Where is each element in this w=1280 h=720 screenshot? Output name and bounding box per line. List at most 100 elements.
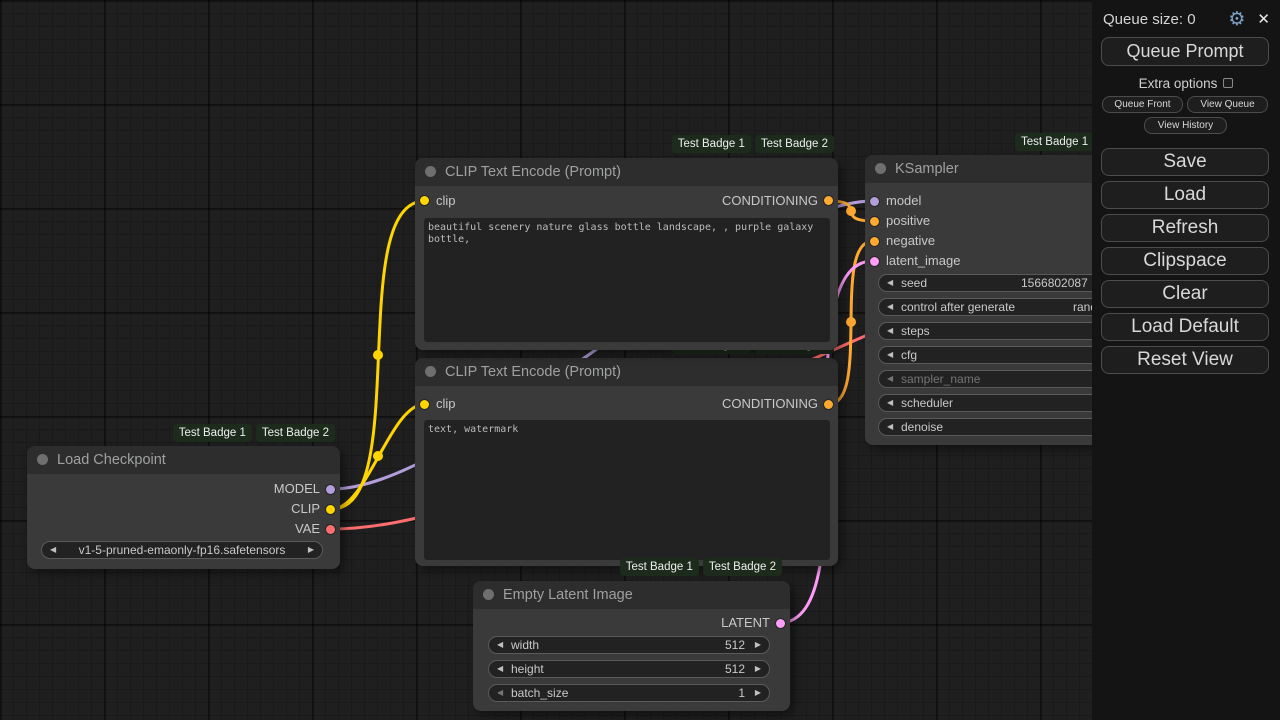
widget-width[interactable]: ◀ width 512 ▶ bbox=[488, 636, 770, 654]
load-button[interactable]: Load bbox=[1101, 181, 1269, 209]
widget-label: steps bbox=[901, 323, 930, 339]
widget-label: width bbox=[511, 637, 539, 653]
output-slot-label: CONDITIONING bbox=[722, 397, 818, 411]
widget-batch-size[interactable]: ◀ batch_size 1 ▶ bbox=[488, 684, 770, 702]
queue-size-label: Queue size: 0 bbox=[1103, 11, 1196, 28]
node-load-checkpoint[interactable]: Test Badge 1 Test Badge 2 Load Checkpoin… bbox=[27, 446, 340, 569]
clear-label: Clear bbox=[1162, 283, 1207, 304]
collapse-dot-icon[interactable] bbox=[425, 366, 436, 377]
reset-view-button[interactable]: Reset View bbox=[1101, 346, 1269, 374]
input-slot-negative[interactable] bbox=[870, 237, 879, 246]
widget-value: 512 bbox=[725, 661, 745, 677]
output-slot-label: LATENT bbox=[721, 616, 770, 630]
collapse-dot-icon[interactable] bbox=[37, 454, 48, 465]
input-slot-label: negative bbox=[886, 234, 935, 248]
input-slot-latent-image[interactable] bbox=[870, 257, 879, 266]
decrement-arrow-icon[interactable]: ◀ bbox=[887, 371, 893, 387]
node-badges: Test Badge 1 Test Badge 2 bbox=[173, 424, 335, 442]
queue-prompt-button[interactable]: Queue Prompt bbox=[1101, 37, 1269, 66]
input-slot-clip[interactable] bbox=[420, 196, 429, 205]
clipspace-button[interactable]: Clipspace bbox=[1101, 247, 1269, 275]
output-slot-clip[interactable] bbox=[326, 505, 335, 514]
output-slot-label: CONDITIONING bbox=[722, 194, 818, 208]
increment-arrow-icon[interactable]: ▶ bbox=[755, 661, 761, 677]
clipspace-label: Clipspace bbox=[1143, 250, 1226, 271]
output-slot-label: VAE bbox=[295, 522, 320, 536]
node-empty-latent-image[interactable]: Test Badge 1 Test Badge 2 Empty Latent I… bbox=[473, 581, 790, 711]
test-badge-2: Test Badge 2 bbox=[703, 558, 782, 576]
increment-arrow-icon[interactable]: ▶ bbox=[755, 637, 761, 653]
node-title: Load Checkpoint bbox=[57, 452, 166, 468]
reset-view-label: Reset View bbox=[1137, 349, 1233, 370]
decrement-arrow-icon[interactable]: ◀ bbox=[887, 395, 893, 411]
decrement-arrow-icon[interactable]: ◀ bbox=[497, 685, 503, 701]
node-clip-text-encode-negative[interactable]: Test Badge 1 Test Badge 2 CLIP Text Enco… bbox=[415, 358, 838, 566]
test-badge-1: Test Badge 1 bbox=[173, 424, 252, 442]
next-option-arrow-icon[interactable]: ▶ bbox=[308, 542, 314, 558]
refresh-button[interactable]: Refresh bbox=[1101, 214, 1269, 242]
input-slot-model[interactable] bbox=[870, 197, 879, 206]
node-title-bar[interactable]: Empty Latent Image bbox=[473, 581, 790, 609]
collapse-dot-icon[interactable] bbox=[483, 589, 494, 600]
output-slot-model[interactable] bbox=[326, 485, 335, 494]
view-queue-label: View Queue bbox=[1200, 99, 1254, 110]
test-badge-1: Test Badge 1 bbox=[672, 135, 751, 153]
decrement-arrow-icon[interactable]: ◀ bbox=[887, 299, 893, 315]
settings-gear-icon[interactable]: ⚙ bbox=[1228, 8, 1245, 31]
load-default-button[interactable]: Load Default bbox=[1101, 313, 1269, 341]
widget-label: control after generate bbox=[901, 299, 1015, 315]
collapse-dot-icon[interactable] bbox=[425, 166, 436, 177]
prompt-textarea[interactable]: text, watermark bbox=[424, 420, 830, 560]
test-badge-1: Test Badge 1 bbox=[620, 558, 699, 576]
node-title-bar[interactable]: CLIP Text Encode (Prompt) bbox=[415, 358, 838, 386]
decrement-arrow-icon[interactable]: ◀ bbox=[887, 275, 893, 291]
view-history-button[interactable]: View History bbox=[1144, 117, 1227, 134]
node-title: CLIP Text Encode (Prompt) bbox=[445, 364, 621, 380]
decrement-arrow-icon[interactable]: ◀ bbox=[497, 637, 503, 653]
input-slot-label: model bbox=[886, 194, 921, 208]
queue-front-label: Queue Front bbox=[1114, 99, 1170, 110]
node-title: CLIP Text Encode (Prompt) bbox=[445, 164, 621, 180]
load-label: Load bbox=[1164, 184, 1206, 205]
test-badge-1: Test Badge 1 bbox=[1015, 133, 1094, 151]
view-history-label: View History bbox=[1158, 120, 1213, 131]
close-icon[interactable]: ✕ bbox=[1257, 10, 1270, 28]
decrement-arrow-icon[interactable]: ◀ bbox=[887, 347, 893, 363]
node-title-bar[interactable]: Load Checkpoint bbox=[27, 446, 340, 474]
node-clip-text-encode-positive[interactable]: Test Badge 1 Test Badge 2 CLIP Text Enco… bbox=[415, 158, 838, 350]
input-slot-clip[interactable] bbox=[420, 400, 429, 409]
collapse-dot-icon[interactable] bbox=[875, 163, 886, 174]
output-slot-vae[interactable] bbox=[326, 525, 335, 534]
increment-arrow-icon[interactable]: ▶ bbox=[755, 685, 761, 701]
input-slot-positive[interactable] bbox=[870, 217, 879, 226]
widget-label: batch_size bbox=[511, 685, 568, 701]
output-slot-latent[interactable] bbox=[776, 619, 785, 628]
decrement-arrow-icon[interactable]: ◀ bbox=[497, 661, 503, 677]
input-slot-label: latent_image bbox=[886, 254, 960, 268]
refresh-label: Refresh bbox=[1152, 217, 1219, 238]
node-badges: Test Badge 1 Test Badge 2 bbox=[620, 558, 782, 576]
node-badges: Test Badge 1 Test Badge 2 bbox=[672, 135, 834, 153]
widget-label: scheduler bbox=[901, 395, 953, 411]
node-title-bar[interactable]: CLIP Text Encode (Prompt) bbox=[415, 158, 838, 186]
save-label: Save bbox=[1163, 151, 1206, 172]
input-slot-label: clip bbox=[436, 397, 456, 411]
save-button[interactable]: Save bbox=[1101, 148, 1269, 176]
widget-label: sampler_name bbox=[901, 371, 980, 387]
widget-height[interactable]: ◀ height 512 ▶ bbox=[488, 660, 770, 678]
queue-front-button[interactable]: Queue Front bbox=[1102, 96, 1183, 113]
widget-value: 512 bbox=[725, 637, 745, 653]
node-badges: Test Badge 1 bbox=[1015, 133, 1094, 151]
load-default-label: Load Default bbox=[1131, 316, 1239, 337]
widget-ckpt-name[interactable]: ◀ v1-5-pruned-emaonly-fp16.safetensors ▶ bbox=[41, 541, 323, 559]
view-queue-button[interactable]: View Queue bbox=[1187, 96, 1268, 113]
extra-options-label: Extra options bbox=[1139, 76, 1218, 91]
prompt-textarea[interactable]: beautiful scenery nature glass bottle la… bbox=[424, 218, 830, 342]
extra-options-checkbox[interactable] bbox=[1223, 78, 1233, 88]
output-slot-conditioning[interactable] bbox=[824, 400, 833, 409]
comfy-menu: Queue size: 0 ⚙ ✕ Queue Prompt Extra opt… bbox=[1092, 0, 1280, 720]
output-slot-conditioning[interactable] bbox=[824, 196, 833, 205]
clear-button[interactable]: Clear bbox=[1101, 280, 1269, 308]
decrement-arrow-icon[interactable]: ◀ bbox=[887, 323, 893, 339]
decrement-arrow-icon[interactable]: ◀ bbox=[887, 419, 893, 435]
